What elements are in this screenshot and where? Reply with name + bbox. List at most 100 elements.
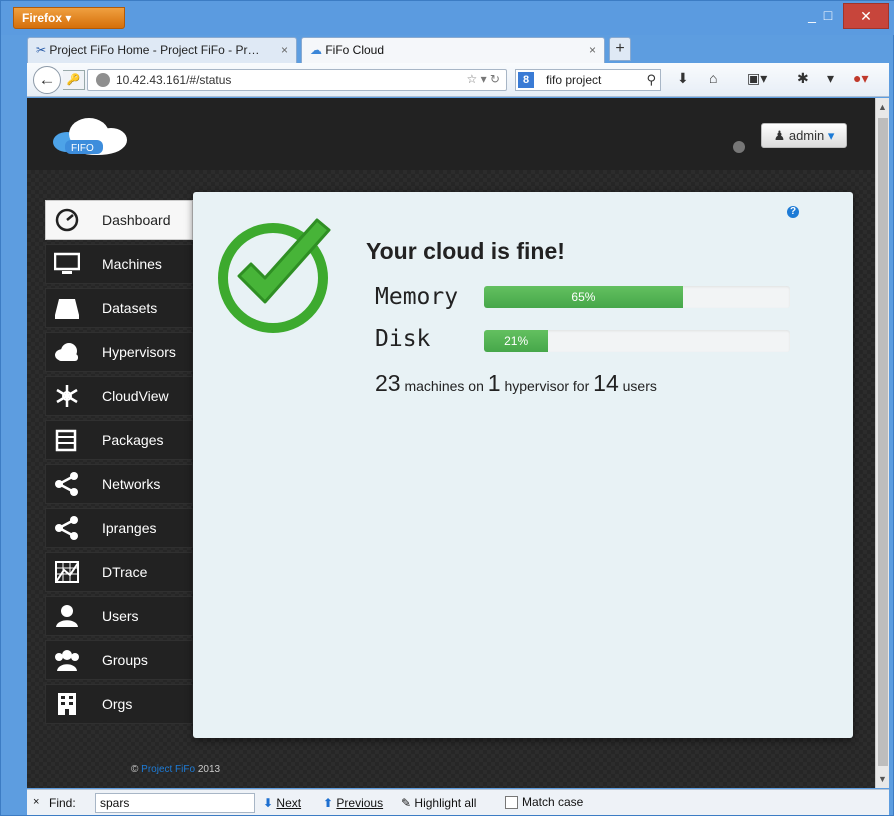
find-next-label: Next <box>276 796 302 810</box>
scrollbar-thumb[interactable] <box>878 118 888 766</box>
close-tab-icon[interactable]: × <box>589 43 596 57</box>
close-tab-icon[interactable]: × <box>281 43 288 57</box>
tab-strip: ✂ Project FiFo Home - Project FiFo - Pr…… <box>27 37 887 63</box>
sidebar-item-ipranges[interactable]: Ipranges <box>45 508 193 548</box>
url-text[interactable]: 10.42.43.161/#/status <box>116 73 231 87</box>
sidebar-item-label: Dashboard <box>102 212 171 228</box>
copyright-symbol: © <box>131 764 139 775</box>
disk-progress-fill: 21% <box>484 330 549 352</box>
sidebar-item-datasets[interactable]: Datasets <box>45 288 193 328</box>
title-bar: Firefox ▾ _ □ ✕ <box>1 1 894 35</box>
site-identity-icon[interactable]: 🔑 <box>63 70 85 90</box>
search-engine-icon[interactable]: 8 <box>518 72 534 88</box>
page-footer: © Project FiFo 2013 <box>27 764 875 775</box>
download-icon[interactable]: ⬇ <box>677 70 689 87</box>
find-previous-label: Previous <box>336 796 384 810</box>
status-globe-icon[interactable] <box>733 141 745 153</box>
sidebar-item-label: Hypervisors <box>102 344 176 360</box>
scroll-down-icon[interactable]: ▼ <box>878 774 887 784</box>
dashboard-icon <box>55 208 79 232</box>
close-findbar-icon[interactable]: × <box>33 796 39 808</box>
find-next-button[interactable]: ⬇ Next <box>263 796 301 810</box>
new-tab-button[interactable]: + <box>609 37 631 61</box>
firebug-icon[interactable]: ●▾ <box>853 70 868 87</box>
sidebar-item-label: Networks <box>102 476 161 492</box>
machines-count: 23 <box>375 370 401 396</box>
cloud-icon: ☁ <box>310 43 322 57</box>
match-case-checkbox[interactable]: Match case <box>505 795 583 810</box>
home-icon[interactable]: ⌂ <box>709 70 717 86</box>
scissors-icon: ✂ <box>36 43 47 57</box>
search-input[interactable]: fifo project <box>546 73 601 87</box>
sidebar-item-label: DTrace <box>102 564 148 580</box>
users-text: users <box>622 378 657 394</box>
disk-label: Disk <box>375 326 431 352</box>
search-icon[interactable]: ⚲ <box>646 72 656 88</box>
sidebar-item-dtrace[interactable]: DTrace <box>45 552 193 592</box>
tab-title: Project FiFo Home - Project FiFo - Pr… <box>49 43 260 57</box>
maximize-button[interactable]: □ <box>813 3 843 29</box>
sidebar-item-networks[interactable]: Networks <box>45 464 193 504</box>
bookmark-star-icon[interactable]: ☆ ▾ ↻ <box>466 72 500 86</box>
user-icon: ♟ <box>773 128 786 143</box>
tab-project-fifo-home[interactable]: ✂ Project FiFo Home - Project FiFo - Pr…… <box>27 37 297 63</box>
checkbox-icon <box>505 796 518 810</box>
memory-progress-fill: 65% <box>484 286 683 308</box>
highlight-all-button[interactable]: ✎ Highlight all <box>401 796 476 810</box>
sidebar-item-label: Packages <box>102 432 164 448</box>
machines-text: machines on <box>404 378 484 394</box>
memory-progress: 65% <box>484 286 790 308</box>
close-window-button[interactable]: ✕ <box>843 3 889 29</box>
monitor-icon <box>54 252 80 274</box>
navigation-toolbar: ← 🔑 10.42.43.161/#/status ☆ ▾ ↻ 8 fifo p… <box>27 63 889 97</box>
project-fifo-link[interactable]: Project FiFo <box>141 764 195 775</box>
sidebar-item-dashboard[interactable]: Dashboard <box>45 200 193 240</box>
users-count: 14 <box>593 370 619 396</box>
status-headline: Your cloud is fine! <box>366 238 565 264</box>
footer-year: 2013 <box>197 764 221 775</box>
building-icon <box>58 693 76 715</box>
find-input[interactable]: spars <box>95 793 255 813</box>
user-icon <box>56 605 78 627</box>
hypervisor-text: hypervisor for <box>504 378 590 394</box>
addon-icon[interactable]: ✱ <box>797 70 809 87</box>
logo-text: FIFO <box>71 143 94 154</box>
chart-icon <box>55 561 79 583</box>
share-icon <box>55 472 78 496</box>
bookmarks-icon[interactable]: ▣▾ <box>747 70 767 87</box>
sidebar-item-hypervisors[interactable]: Hypervisors <box>45 332 193 372</box>
sidebar-nav: Dashboard Machines Datasets Hypervisors Clou… <box>45 200 193 728</box>
package-icon <box>55 429 77 452</box>
highlighter-icon: ✎ <box>401 796 412 810</box>
group-icon <box>55 650 79 671</box>
sidebar-item-machines[interactable]: Machines <box>45 244 193 284</box>
sidebar-item-label: Orgs <box>102 696 133 712</box>
tab-fifo-cloud[interactable]: ☁ FiFo Cloud × <box>301 37 605 63</box>
menu-chevron-icon[interactable]: ▾ <box>827 70 834 87</box>
cloud-icon <box>55 343 78 361</box>
sidebar-item-label: Groups <box>102 652 148 668</box>
sidebar-item-groups[interactable]: Groups <box>45 640 193 680</box>
sidebar-item-users[interactable]: Users <box>45 596 193 636</box>
sidebar-item-label: Users <box>102 608 139 624</box>
sidebar-item-orgs[interactable]: Orgs <box>45 684 193 724</box>
firefox-menu-button[interactable]: Firefox ▾ <box>13 7 125 29</box>
back-button[interactable]: ← <box>33 66 61 94</box>
sidebar-item-packages[interactable]: Packages <box>45 420 193 460</box>
sidebar-item-cloudview[interactable]: CloudView <box>45 376 193 416</box>
find-previous-button[interactable]: ⬆ Previous <box>323 796 383 810</box>
sidebar-item-label: Machines <box>102 256 162 272</box>
tab-title: FiFo Cloud <box>325 43 385 57</box>
find-label: Find: <box>49 796 76 810</box>
admin-menu-button[interactable]: ♟ admin ▾ <box>761 123 847 148</box>
help-icon[interactable]: ? <box>787 206 799 218</box>
memory-label: Memory <box>375 284 459 310</box>
scroll-up-icon[interactable]: ▲ <box>878 102 887 112</box>
search-bar[interactable]: 8 fifo project ⚲ <box>515 69 661 91</box>
url-bar[interactable]: 10.42.43.161/#/status ☆ ▾ ↻ <box>87 69 507 91</box>
vertical-scrollbar[interactable]: ▲ ▼ <box>875 98 889 788</box>
hypervisor-count: 1 <box>487 370 501 396</box>
caret-down-icon: ▾ <box>827 128 835 143</box>
fifo-logo[interactable]: FIFO <box>49 116 135 156</box>
highlight-label: Highlight all <box>414 796 477 810</box>
